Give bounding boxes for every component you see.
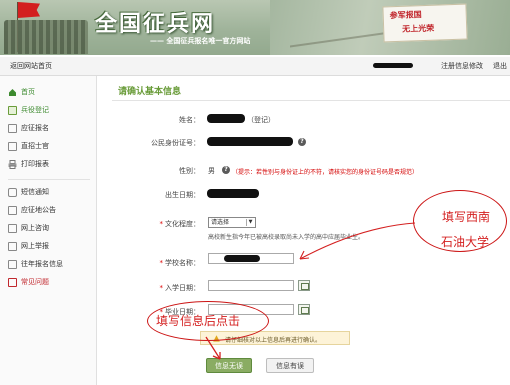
calendar-icon[interactable] (298, 304, 310, 315)
enrollment-date-label: * 入学日期： (130, 283, 201, 293)
gender-value: 男 (208, 167, 215, 175)
top-nav-bar: 返回网站首页 注册信息修改 退出 (0, 57, 510, 76)
sidebar-item-label: 往年报名信息 (21, 260, 63, 268)
logout-link[interactable]: 退出 (493, 61, 507, 71)
site-header: 全国征兵网 —— 全国征兵报名唯一官方网站 参军报国 无上光荣 (0, 0, 510, 55)
home-icon (8, 88, 17, 97)
sidebar-item-past-applications[interactable]: 往年报名信息 (8, 257, 92, 271)
sidebar-item-direct-sergeant[interactable]: 直招士官 (8, 139, 92, 153)
soldiers-banner-image (2, 2, 90, 54)
education-label: * 文化程度： (130, 219, 201, 229)
annotation-school-line-2: 石油大学 (441, 235, 490, 249)
sidebar-item-online-report[interactable]: 网上举报 (8, 239, 92, 253)
site-tagline: —— 全国征兵报名唯一官方网站 (150, 37, 251, 45)
form-icon (8, 123, 17, 133)
annotation-arrow-to-school (299, 222, 416, 260)
chevron-down-icon: ▼ (246, 219, 254, 226)
site-logo[interactable]: 全国征兵网 (95, 6, 215, 38)
history-icon (8, 259, 17, 269)
sidebar-item-label: 网上举报 (21, 242, 49, 250)
sidebar-item-faq[interactable]: 常见问题 (8, 275, 92, 289)
slogan-line-2: 无上光荣 (402, 22, 435, 34)
page-title: 请确认基本信息 (118, 87, 182, 97)
message-icon (8, 187, 17, 197)
red-flag-icon (18, 2, 40, 18)
form-icon (8, 141, 17, 151)
redacted-school-name (224, 255, 260, 262)
sidebar-item-online-consult[interactable]: 网上咨询 (8, 221, 92, 235)
name-label: 姓名： (179, 116, 200, 124)
annotation-arrow-to-button (205, 336, 221, 360)
title-divider (112, 100, 510, 101)
enrollment-date-input[interactable] (208, 280, 294, 291)
gender-label: 性别： (179, 167, 200, 175)
sidebar-item-label: 应征地公告 (21, 206, 56, 214)
help-icon[interactable]: ? (298, 138, 306, 146)
sidebar-item-label: 应征报名 (21, 124, 49, 132)
education-label-text: 文化程度： (165, 220, 200, 228)
sidebar-item-label: 常见问题 (21, 278, 49, 286)
question-icon (8, 277, 17, 287)
back-to-home-link[interactable]: 返回网站首页 (10, 61, 52, 71)
notice-icon (8, 205, 17, 215)
calendar-icon[interactable] (298, 280, 310, 291)
redacted-birth-date (207, 189, 259, 198)
info-incorrect-button[interactable]: 信息有误 (266, 358, 314, 373)
enrollment-label-text: 入学日期： (165, 284, 200, 292)
chat-icon (8, 223, 17, 233)
sidebar-item-military-registration[interactable]: 兵役登记 (8, 103, 92, 117)
required-mark: * (159, 220, 164, 228)
slogan-badge: 参军报国 无上光荣 (382, 3, 468, 43)
education-select[interactable]: 请选择 ▼ (208, 217, 256, 228)
sidebar-item-label: 直招士官 (21, 142, 49, 150)
sidebar-item-label: 打印报表 (21, 160, 49, 168)
school-label-text: 学校名称： (165, 259, 200, 267)
name-suffix: （登记） (247, 116, 275, 124)
sidebar-item-label: 短信通知 (21, 188, 49, 196)
required-mark: * (159, 259, 164, 267)
sidebar-divider (8, 179, 90, 180)
edit-registration-link[interactable]: 注册信息修改 (441, 61, 483, 71)
redacted-username (373, 63, 413, 68)
redacted-id-number (207, 137, 293, 146)
sidebar-item-enlistment-application[interactable]: 应征报名 (8, 121, 92, 135)
printer-icon (8, 159, 17, 169)
sidebar-item-sms-notice[interactable]: 短信通知 (8, 185, 92, 199)
education-selected-value: 请选择 (211, 219, 230, 226)
report-icon (8, 241, 17, 251)
sidebar-item-print-report[interactable]: 打印报表 (8, 157, 92, 171)
sidebar-item-home[interactable]: 首页 (8, 85, 92, 99)
sidebar-item-label: 兵役登记 (21, 106, 49, 114)
annotation-click-note: 填写信息后点击 (156, 314, 241, 328)
annotation-school-line-1: 填写西南 (442, 210, 491, 224)
help-icon[interactable]: ? (222, 166, 230, 174)
sidebar-item-label: 网上咨询 (21, 224, 49, 232)
id-number-label: 公民身份证号： (151, 139, 200, 147)
sidebar-item-label: 首页 (21, 88, 35, 96)
school-name-label: * 学校名称： (130, 258, 201, 268)
register-icon (8, 105, 17, 115)
birth-date-label: 出生日期： (165, 191, 200, 199)
soldiers-silhouette (4, 20, 88, 54)
sidebar: 首页 兵役登记 应征报名 直招士官 打印报表 短信通知 应征地公告 网上咨询 网… (0, 76, 97, 385)
gender-warning: （提示：若性别与身份证上的不符，请核实您的身份证号码是否规范） (232, 169, 419, 176)
redacted-name (207, 114, 245, 123)
slogan-line-1: 参军报国 (389, 9, 422, 21)
required-mark: * (159, 284, 164, 292)
sidebar-item-enlistment-notice[interactable]: 应征地公告 (8, 203, 92, 217)
